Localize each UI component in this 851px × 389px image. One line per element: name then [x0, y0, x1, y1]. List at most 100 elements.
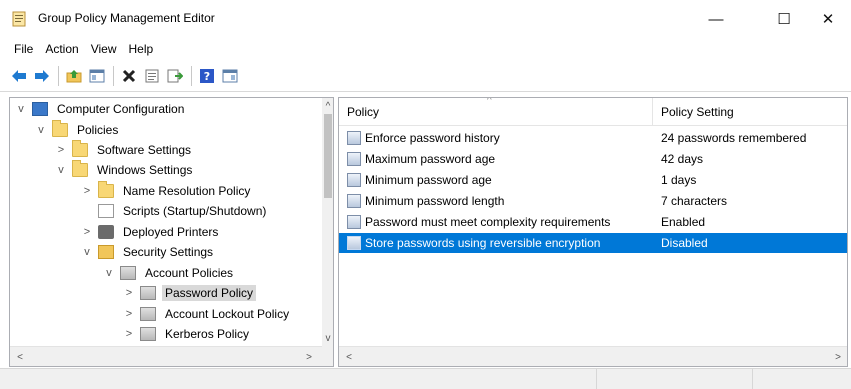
list-item[interactable]: Maximum password age 42 days — [339, 149, 847, 169]
details-horizontal-scrollbar[interactable]: < > — [339, 346, 847, 366]
show-hide-tree-icon — [89, 69, 105, 82]
up-one-level-button[interactable] — [63, 65, 85, 87]
show-hide-console-tree-button[interactable] — [86, 65, 108, 87]
expand-chevron-icon[interactable]: v — [14, 102, 28, 116]
expand-chevron-icon[interactable]: > — [122, 307, 136, 321]
expand-placeholder — [80, 204, 94, 218]
list-item[interactable]: Minimum password age 1 days — [339, 170, 847, 190]
policy-setting-icon — [347, 152, 361, 166]
scroll-left-arrow-icon[interactable]: < — [13, 350, 27, 364]
menu-file[interactable]: File — [8, 42, 39, 56]
toolbar: ? — [0, 60, 851, 92]
policy-name: Enforce password history — [365, 131, 500, 145]
tree-horizontal-scrollbar[interactable]: < > — [10, 346, 322, 366]
tree-item-security-settings[interactable]: v Security Settings — [80, 242, 216, 262]
list-item[interactable]: Password must meet complexity requiremen… — [339, 212, 847, 232]
policy-name: Password must meet complexity requiremen… — [365, 215, 611, 229]
list-item[interactable]: Enforce password history 24 passwords re… — [339, 128, 847, 148]
tree-item-computer-configuration[interactable]: v Computer Configuration — [14, 99, 187, 119]
column-header-policy-setting[interactable]: Policy Setting — [653, 98, 847, 126]
tree-item-password-policy[interactable]: > Password Policy — [122, 283, 257, 303]
menu-action[interactable]: Action — [39, 42, 84, 56]
expand-chevron-icon[interactable]: > — [54, 143, 68, 157]
up-folder-icon — [66, 69, 82, 82]
policy-name: Minimum password age — [365, 173, 492, 187]
list-header: Policy ^ Policy Setting — [339, 98, 847, 126]
policy-setting-value: 42 days — [661, 152, 704, 166]
script-icon — [98, 204, 114, 218]
folder-icon — [98, 181, 114, 198]
tree-item-label: Kerberos Policy — [165, 327, 250, 341]
tree-item-name-resolution-policy[interactable]: > Name Resolution Policy — [80, 181, 253, 201]
tree-item-account-policies[interactable]: v Account Policies — [102, 263, 236, 283]
toolbar-separator — [58, 65, 59, 86]
policy-setting-icon — [347, 131, 361, 145]
tree-item-label: Computer Configuration — [57, 102, 185, 116]
list-item-selected[interactable]: Store passwords using reversible encrypt… — [339, 233, 847, 253]
close-button[interactable]: ✕ — [805, 0, 851, 38]
expand-chevron-icon[interactable]: > — [80, 184, 94, 198]
export-list-button[interactable] — [164, 65, 186, 87]
tree-scroll-thumb[interactable] — [324, 114, 332, 198]
menu-view[interactable]: View — [85, 42, 123, 56]
policy-folder-icon — [140, 327, 156, 341]
app-window: Group Policy Management Editor — ☐ ✕ Fil… — [0, 0, 851, 389]
tree-vertical-scrollbar[interactable]: ^ v — [322, 98, 333, 346]
scroll-up-arrow-icon[interactable]: ^ — [322, 99, 333, 113]
svg-text:?: ? — [204, 70, 210, 83]
expand-chevron-icon[interactable]: v — [80, 245, 94, 259]
scroll-right-arrow-icon[interactable]: > — [831, 350, 845, 364]
policy-folder-icon — [140, 307, 156, 321]
tree-item-label: Account Policies — [145, 266, 234, 280]
group-policy-app-icon — [12, 11, 26, 27]
title-bar: Group Policy Management Editor — ☐ ✕ — [0, 0, 851, 38]
scroll-down-arrow-icon[interactable]: v — [322, 331, 333, 345]
tree-item-windows-settings[interactable]: v Windows Settings — [54, 160, 195, 180]
sort-ascending-icon: ^ — [487, 97, 492, 106]
help-button[interactable]: ? — [196, 65, 218, 87]
computer-icon — [32, 102, 48, 116]
expand-chevron-icon[interactable]: > — [122, 286, 136, 300]
details-pane[interactable]: Policy ^ Policy Setting Enforce password… — [338, 97, 848, 367]
view-button[interactable] — [219, 65, 241, 87]
tree-item-deployed-printers[interactable]: > Deployed Printers — [80, 222, 221, 242]
scroll-right-arrow-icon[interactable]: > — [302, 350, 316, 364]
policy-name: Store passwords using reversible encrypt… — [365, 236, 601, 250]
minimize-button[interactable]: — — [693, 0, 739, 38]
delete-icon — [122, 69, 136, 82]
tree-item-account-lockout-policy[interactable]: > Account Lockout Policy — [122, 304, 292, 324]
console-tree-pane[interactable]: v Computer Configuration v Policies > So… — [9, 97, 334, 367]
column-header-label: Policy Setting — [661, 105, 734, 119]
menu-help[interactable]: Help — [123, 42, 160, 56]
expand-chevron-icon[interactable]: v — [54, 163, 68, 177]
folder-icon — [52, 120, 68, 137]
forward-button[interactable] — [31, 65, 53, 87]
scroll-left-arrow-icon[interactable]: < — [342, 350, 356, 364]
expand-chevron-icon[interactable]: v — [102, 266, 116, 280]
security-settings-icon — [98, 245, 114, 259]
policy-setting-value: Enabled — [661, 215, 706, 229]
tree-item-kerberos-policy[interactable]: > Kerberos Policy — [122, 324, 252, 344]
policy-setting-icon — [347, 194, 361, 208]
back-button[interactable] — [8, 65, 30, 87]
expand-chevron-icon[interactable]: v — [34, 123, 48, 137]
delete-button[interactable] — [118, 65, 140, 87]
expand-chevron-icon[interactable]: > — [122, 327, 136, 341]
export-list-icon — [167, 69, 183, 82]
forward-icon — [35, 69, 49, 82]
list-item[interactable]: Minimum password length 7 characters — [339, 191, 847, 211]
folder-icon — [72, 160, 88, 177]
tree-item-label: Policies — [77, 123, 119, 137]
policy-setting-icon — [347, 236, 361, 250]
tree-item-policies[interactable]: v Policies — [34, 120, 121, 140]
tree-item-scripts[interactable]: Scripts (Startup/Shutdown) — [80, 201, 269, 221]
policy-setting-value: 1 days — [661, 173, 697, 187]
maximize-button[interactable]: ☐ — [761, 0, 807, 38]
properties-button[interactable] — [141, 65, 163, 87]
policy-folder-icon — [140, 286, 156, 300]
tree-item-label: Password Policy — [162, 285, 257, 301]
column-header-policy[interactable]: Policy ^ — [339, 98, 653, 126]
expand-chevron-icon[interactable]: > — [80, 225, 94, 239]
tree-item-software-settings[interactable]: > Software Settings — [54, 140, 194, 160]
menu-bar: File Action View Help — [0, 38, 851, 60]
